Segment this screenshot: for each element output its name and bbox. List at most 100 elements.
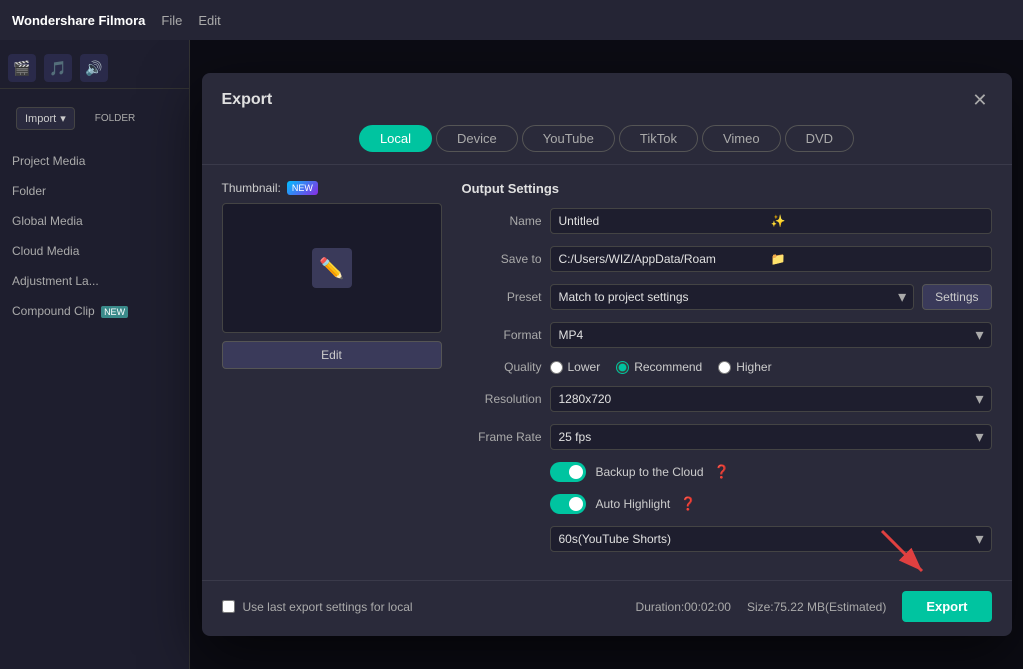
duration-label: Duration:00:02:00 xyxy=(636,600,731,614)
backup-toggle[interactable] xyxy=(550,462,586,482)
backup-help-icon[interactable]: ❓ xyxy=(714,464,730,480)
sidebar-item-label: Compound Clip xyxy=(12,304,95,318)
import-label: Import xyxy=(25,113,56,125)
dialog-footer: Use last export settings for local Durat… xyxy=(202,580,1012,636)
resolution-select[interactable]: 1280x720 1920x1080 xyxy=(550,386,992,412)
pencil-icon: ✏️ xyxy=(312,248,352,288)
save-to-input-wrapper[interactable]: C:/Users/WIZ/AppData/Roam 📁 xyxy=(550,246,992,272)
format-row: Format MP4 MOV AVI xyxy=(462,322,992,348)
preset-select-wrapper[interactable]: Match to project settings xyxy=(550,284,915,310)
preset-select[interactable]: Match to project settings xyxy=(550,284,915,310)
audio-icon[interactable]: 🔊 xyxy=(80,54,108,82)
export-dialog: Export ✕ Local Device YouTube TikTok Vim… xyxy=(202,73,1012,636)
sidebar-item-label: Folder xyxy=(12,184,46,198)
sidebar-item-global-media[interactable]: Global Media xyxy=(0,206,189,236)
resolution-label: Resolution xyxy=(462,392,542,406)
quality-higher[interactable]: Higher xyxy=(718,360,771,374)
frame-rate-select[interactable]: 25 fps 30 fps 60 fps xyxy=(550,424,992,450)
tab-youtube[interactable]: YouTube xyxy=(522,125,615,152)
app-logo: Wondershare Filmora xyxy=(12,13,145,28)
format-select-wrapper[interactable]: MP4 MOV AVI xyxy=(550,322,992,348)
settings-button[interactable]: Settings xyxy=(922,284,991,310)
quality-recommend-radio[interactable] xyxy=(616,361,629,374)
name-input-wrapper[interactable]: Untitled ✨ xyxy=(550,208,992,234)
app-main: 🎬 🎵 🔊 Import ▾ FOLDER Project Media Fold… xyxy=(0,40,1023,669)
quality-lower-radio[interactable] xyxy=(550,361,563,374)
format-label: Format xyxy=(462,328,542,342)
last-settings-label: Use last export settings for local xyxy=(243,600,413,614)
dialog-tabs: Local Device YouTube TikTok Vimeo DVD xyxy=(202,113,1012,165)
app-titlebar: Wondershare Filmora File Edit xyxy=(0,0,1023,40)
tab-local[interactable]: Local xyxy=(359,125,432,152)
auto-highlight-select[interactable]: 60s(YouTube Shorts) 30s xyxy=(550,526,992,552)
quality-recommend[interactable]: Recommend xyxy=(616,360,702,374)
import-button[interactable]: Import ▾ xyxy=(16,107,75,130)
quality-higher-label: Higher xyxy=(736,360,771,374)
sidebar-item-cloud-media[interactable]: Cloud Media xyxy=(0,236,189,266)
stock-media-icon[interactable]: 🎵 xyxy=(44,54,72,82)
tab-tiktok[interactable]: TikTok xyxy=(619,125,698,152)
quality-lower[interactable]: Lower xyxy=(550,360,601,374)
frame-rate-select-wrapper[interactable]: 25 fps 30 fps 60 fps xyxy=(550,424,992,450)
dialog-body: Thumbnail: NEW ✏️ Edit Output Settings xyxy=(202,165,1012,580)
frame-rate-label: Frame Rate xyxy=(462,430,542,444)
folder-label: FOLDER xyxy=(87,109,144,128)
preset-label: Preset xyxy=(462,290,542,304)
output-settings-title: Output Settings xyxy=(462,181,992,196)
resolution-select-wrapper[interactable]: 1280x720 1920x1080 xyxy=(550,386,992,412)
quality-radio-group: Lower Recommend Higher xyxy=(550,360,992,374)
media-icon[interactable]: 🎬 xyxy=(8,54,36,82)
ai-icon[interactable]: ✨ xyxy=(771,214,983,228)
sidebar-item-label: Project Media xyxy=(12,154,85,168)
backup-label: Backup to the Cloud xyxy=(596,465,704,479)
dialog-title: Export xyxy=(222,91,273,109)
sidebar-item-compound-clip[interactable]: Compound Clip NEW xyxy=(0,296,189,326)
edit-thumbnail-button[interactable]: Edit xyxy=(222,341,442,369)
auto-highlight-select-wrapper[interactable]: 60s(YouTube Shorts) 30s xyxy=(550,526,992,552)
thumbnail-label: Thumbnail: NEW xyxy=(222,181,442,195)
folder-browse-icon[interactable]: 📁 xyxy=(771,252,983,266)
save-to-label: Save to xyxy=(462,252,542,266)
tab-vimeo[interactable]: Vimeo xyxy=(702,125,781,152)
name-label: Name xyxy=(462,214,542,228)
save-to-row: Save to C:/Users/WIZ/AppData/Roam 📁 xyxy=(462,246,992,272)
backup-toggle-slider xyxy=(550,462,586,482)
dialog-header: Export ✕ xyxy=(202,73,1012,113)
size-label: Size:75.22 MB(Estimated) xyxy=(747,600,886,614)
menu-file[interactable]: File xyxy=(161,13,182,28)
auto-highlight-select-row: 60s(YouTube Shorts) 30s xyxy=(462,526,992,552)
auto-highlight-toggle-slider xyxy=(550,494,586,514)
sidebar-item-adjustment[interactable]: Adjustment La... xyxy=(0,266,189,296)
preset-row: Preset Match to project settings Setting… xyxy=(462,284,992,310)
resolution-row: Resolution 1280x720 1920x1080 xyxy=(462,386,992,412)
app-background: Wondershare Filmora File Edit 🎬 🎵 🔊 Impo… xyxy=(0,0,1023,669)
auto-highlight-toggle[interactable] xyxy=(550,494,586,514)
sidebar-item-folder[interactable]: Folder xyxy=(0,176,189,206)
tab-dvd[interactable]: DVD xyxy=(785,125,854,152)
auto-highlight-help-icon[interactable]: ❓ xyxy=(680,496,696,512)
menu-edit[interactable]: Edit xyxy=(198,13,220,28)
sidebar-item-project-media[interactable]: Project Media xyxy=(0,146,189,176)
thumbnail-box: ✏️ xyxy=(222,203,442,333)
thumbnail-panel: Thumbnail: NEW ✏️ Edit xyxy=(222,181,442,564)
auto-highlight-label: Auto Highlight xyxy=(596,497,671,511)
export-button[interactable]: Export xyxy=(902,591,991,622)
new-badge: NEW xyxy=(287,181,318,195)
close-button[interactable]: ✕ xyxy=(968,87,991,113)
name-row: Name Untitled ✨ xyxy=(462,208,992,234)
backup-cloud-row: Backup to the Cloud ❓ xyxy=(462,462,992,482)
format-select[interactable]: MP4 MOV AVI xyxy=(550,322,992,348)
quality-higher-radio[interactable] xyxy=(718,361,731,374)
quality-row: Quality Lower Recommend xyxy=(462,360,992,374)
import-chevron-icon: ▾ xyxy=(60,112,66,125)
sidebar-item-label: Global Media xyxy=(12,214,83,228)
compound-clip-badge: NEW xyxy=(101,306,128,318)
sidebar: 🎬 🎵 🔊 Import ▾ FOLDER Project Media Fold… xyxy=(0,40,190,669)
auto-highlight-row: Auto Highlight ❓ xyxy=(462,494,992,514)
last-settings-checkbox[interactable] xyxy=(222,600,235,613)
footer-left: Use last export settings for local xyxy=(222,600,413,614)
tab-device[interactable]: Device xyxy=(436,125,518,152)
sidebar-item-label: Cloud Media xyxy=(12,244,79,258)
footer-right: Duration:00:02:00 Size:75.22 MB(Estimate… xyxy=(636,591,992,622)
quality-label: Quality xyxy=(462,360,542,374)
